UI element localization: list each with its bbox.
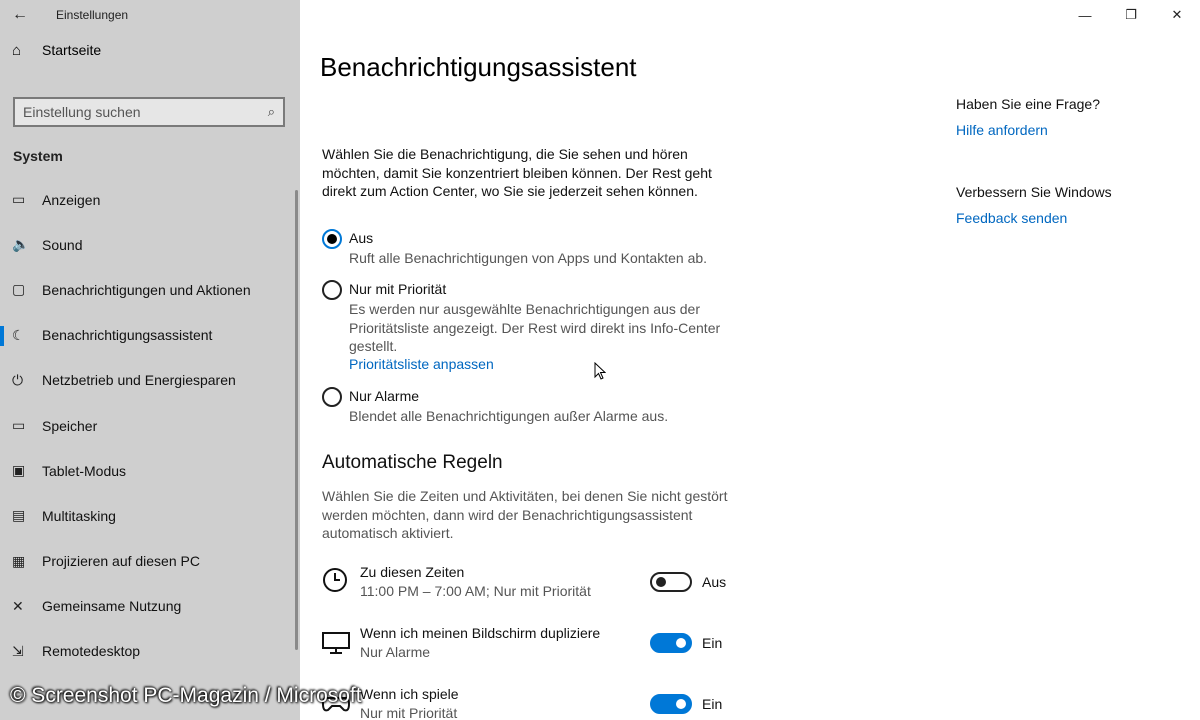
rule-gaming[interactable]: Wenn ich spiele Nur mit Priorität Ein [322, 686, 742, 720]
search-box[interactable]: ⌕ [13, 97, 285, 127]
toggle-state: Ein [702, 696, 723, 712]
monitor-icon: ▭ [12, 191, 26, 208]
search-input[interactable] [23, 104, 268, 120]
titlebar: ← Einstellungen [0, 0, 300, 30]
monitor-icon [322, 632, 350, 654]
speaker-icon: 🔈 [12, 236, 30, 253]
power-icon: ⏻ [12, 371, 24, 388]
sidebar-scrollbar[interactable] [295, 190, 298, 650]
sidebar-nav: ▭ Anzeigen 🔈 Sound ▢ Benachrichtigungen und… [0, 177, 300, 674]
option-label: Nur mit Priorität [349, 281, 447, 297]
home-icon: ⌂ [12, 41, 22, 59]
rule-title: Wenn ich meinen Bildschirm dupliziere [360, 625, 601, 641]
sidebar-item-label: Projizieren auf diesen PC [42, 553, 200, 570]
sidebar-item-remote[interactable]: ⇲ Remotedesktop [0, 629, 300, 674]
rule-gaming-toggle[interactable] [650, 694, 692, 714]
sidebar-item-storage[interactable]: ▭ Speicher [0, 403, 300, 448]
rule-duplicate[interactable]: Wenn ich meinen Bildschirm dupliziere Nu… [322, 625, 742, 665]
sidebar-item-home[interactable]: ⌂ Startseite [0, 32, 300, 68]
moon-icon: ☾ [12, 326, 25, 343]
option-desc: Es werden nur ausgewählte Benachrichtigu… [349, 301, 721, 354]
toggle-state: Aus [702, 574, 727, 590]
watermark: © Screenshot PC-Magazin / Microsoft [10, 684, 362, 707]
minimize-icon[interactable]: — [1062, 0, 1108, 30]
sidebar-item-anzeigen[interactable]: ▭ Anzeigen [0, 177, 300, 222]
rule-duplicate-toggle[interactable] [650, 633, 692, 653]
remote-icon: ⇲ [12, 642, 24, 659]
main-content: Benachrichtigungsassistent Wählen Sie di… [300, 0, 920, 720]
share-icon: ✕ [12, 597, 24, 614]
restore-icon[interactable]: ❐ [1108, 0, 1154, 30]
feedback-link[interactable]: Feedback senden [956, 210, 1186, 226]
sidebar-item-label: Remotedesktop [42, 643, 141, 660]
sidebar-item-label: Gemeinsame Nutzung [42, 598, 182, 615]
sidebar-item-focus-assist[interactable]: ☾ Benachrichtigungsassistent [0, 313, 300, 358]
priority-list-link[interactable]: Prioritätsliste anpassen [349, 356, 494, 372]
option-label: Aus [349, 230, 374, 246]
option-label: Nur Alarme [349, 388, 420, 404]
tablet-icon: ▣ [12, 462, 26, 479]
help-link[interactable]: Hilfe anfordern [956, 122, 1186, 138]
rule-title: Zu diesen Zeiten [360, 564, 465, 580]
radio-priority[interactable] [322, 280, 342, 300]
sidebar-item-sound[interactable]: 🔈 Sound [0, 222, 300, 267]
window-controls: — ❐ ✕ [1062, 0, 1200, 30]
radio-aus[interactable] [322, 229, 342, 249]
sidebar-item-label: Benachrichtigungsassistent [42, 327, 213, 344]
sidebar-item-power[interactable]: ⏻ Netzbetrieb und Energiesparen [0, 358, 300, 403]
related-panel: Haben Sie eine Frage? Hilfe anfordern Ve… [956, 96, 1186, 226]
project-icon: ▦ [12, 552, 26, 569]
sidebar-item-multitasking[interactable]: ▤ Multitasking [0, 493, 300, 538]
search-icon[interactable]: ⌕ [268, 104, 275, 120]
option-desc: Ruft alle Benachrichtigungen von Apps un… [349, 250, 708, 266]
sidebar-item-label: Anzeigen [42, 191, 101, 208]
sidebar-item-notifications[interactable]: ▢ Benachrichtigungen und Aktionen [0, 267, 300, 312]
sidebar: ← Einstellungen ⌂ Startseite ⌕ System ▭ A… [0, 0, 300, 720]
page-title: Benachrichtigungsassistent [320, 52, 637, 82]
sidebar-item-label: Netzbetrieb und Energiesparen [42, 372, 236, 389]
section-title: System [13, 148, 63, 164]
rule-times[interactable]: Zu diesen Zeiten 11:00 PM – 7:00 AM; Nur… [322, 564, 742, 604]
sidebar-item-label: Multitasking [42, 507, 116, 524]
home-label: Startseite [42, 42, 102, 58]
option-desc: Blendet alle Benachrichtigungen außer Al… [349, 408, 669, 424]
mouse-cursor-icon [594, 362, 606, 380]
sidebar-item-label: Tablet-Modus [42, 462, 127, 479]
back-arrow-icon[interactable]: ← [0, 0, 40, 30]
sidebar-item-project[interactable]: ▦ Projizieren auf diesen PC [0, 539, 300, 584]
rule-title: Wenn ich spiele [360, 686, 459, 702]
rule-subtitle: Nur mit Priorität [360, 705, 458, 720]
radio-alarms[interactable] [322, 387, 342, 407]
improve-heading: Verbessern Sie Windows [956, 184, 1112, 200]
sidebar-item-tablet[interactable]: ▣ Tablet-Modus [0, 448, 300, 493]
app-title: Einstellungen [56, 8, 129, 22]
sidebar-item-label: Speicher [42, 417, 98, 434]
sidebar-item-label: Sound [42, 236, 83, 253]
rule-times-toggle[interactable] [650, 572, 692, 592]
multitasking-icon: ▤ [12, 507, 26, 524]
rule-subtitle: Nur Alarme [360, 644, 431, 660]
rules-heading: Automatische Regeln [322, 452, 503, 473]
clock-icon [323, 568, 347, 592]
rule-subtitle: 11:00 PM – 7:00 AM; Nur mit Priorität [360, 583, 591, 599]
notification-icon: ▢ [12, 281, 26, 298]
rules-desc: Wählen Sie die Zeiten und Aktivitäten, b… [322, 488, 728, 541]
intro-text: Wählen Sie die Benachrichtigung, die Sie… [322, 146, 712, 199]
sidebar-item-share[interactable]: ✕ Gemeinsame Nutzung [0, 584, 300, 629]
close-icon[interactable]: ✕ [1154, 0, 1200, 30]
toggle-state: Ein [702, 635, 723, 651]
storage-icon: ▭ [12, 417, 26, 434]
sidebar-item-label: Benachrichtigungen und Aktionen [42, 281, 251, 298]
question-heading: Haben Sie eine Frage? [956, 96, 1100, 112]
